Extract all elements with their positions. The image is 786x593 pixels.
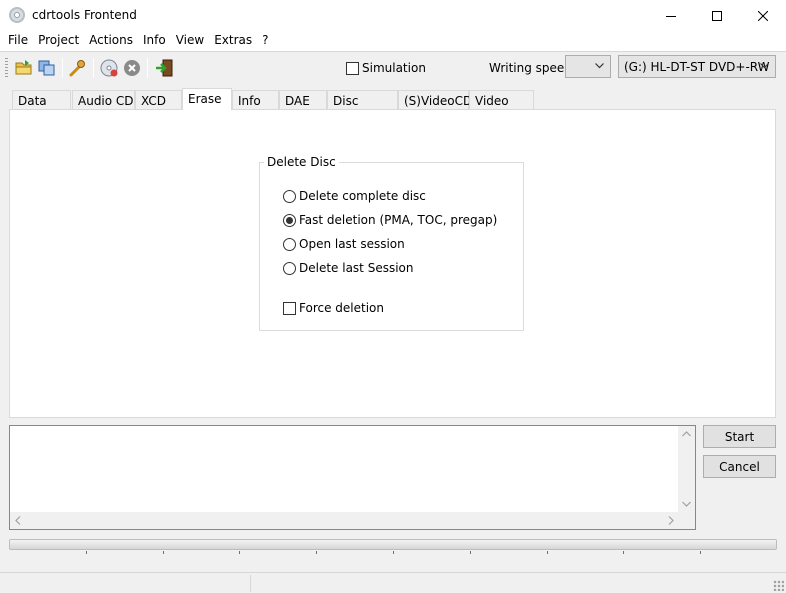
- simulation-checkbox[interactable]: Simulation: [346, 61, 426, 75]
- writing-speed-label: Writing speed: [489, 61, 572, 75]
- menu-help[interactable]: ?: [257, 31, 273, 51]
- tab-video-dvd[interactable]: Video DVD: [469, 90, 534, 122]
- exit-icon[interactable]: [155, 59, 173, 77]
- log-output[interactable]: [9, 425, 696, 530]
- tab-audio-cd[interactable]: Audio CD: [72, 90, 135, 110]
- option-label: Delete last Session: [299, 261, 414, 275]
- force-deletion-label: Force deletion: [299, 301, 384, 315]
- tab-data-disc[interactable]: Data Disc: [12, 90, 71, 122]
- progress-tick: [547, 551, 548, 554]
- chevron-down-icon: [760, 63, 769, 69]
- maximize-button[interactable]: [694, 0, 740, 31]
- tab-strip: Data Disc Audio CD XCD Erase Info DAE Di…: [0, 88, 786, 122]
- progress-fill: [10, 540, 776, 549]
- progress-tick: [239, 551, 240, 554]
- progress-tick: [700, 551, 701, 554]
- radio-button-selected[interactable]: [283, 213, 296, 227]
- progress-tick: [163, 551, 164, 554]
- progress-tick: [393, 551, 394, 554]
- scrollbar-corner: [678, 512, 695, 529]
- menu-extras[interactable]: Extras: [209, 31, 257, 51]
- writing-speed-select[interactable]: [565, 55, 611, 78]
- option-label: Fast deletion (PMA, TOC, pregap): [299, 213, 498, 227]
- close-button[interactable]: [740, 0, 786, 31]
- progress-tick: [316, 551, 317, 554]
- progress-ticks: [9, 551, 777, 556]
- option-label: Open last session: [299, 237, 405, 251]
- tab-info[interactable]: Info: [232, 90, 279, 110]
- drive-select[interactable]: (G:) HL-DT-ST DVD+-RW: [618, 55, 776, 78]
- open-folder-icon[interactable]: [15, 59, 33, 77]
- status-pane-1: [0, 575, 251, 592]
- force-deletion-check-box[interactable]: [283, 301, 296, 315]
- cancel-button[interactable]: Cancel: [703, 455, 776, 478]
- delete-disc-group-title: Delete Disc: [264, 155, 339, 169]
- menu-info[interactable]: Info: [138, 31, 171, 51]
- fast-deletion-radio[interactable]: Fast deletion (PMA, TOC, pregap): [283, 213, 497, 227]
- progress-tick: [623, 551, 624, 554]
- menu-project[interactable]: Project: [33, 31, 84, 51]
- progress-tick: [86, 551, 87, 554]
- horizontal-scrollbar[interactable]: [10, 512, 679, 529]
- radio-button[interactable]: [283, 237, 296, 251]
- scroll-left-icon[interactable]: [15, 516, 21, 525]
- progress-tick: [470, 551, 471, 554]
- minimize-icon: [666, 15, 676, 17]
- progress-bar: [9, 539, 777, 550]
- toolbar-separator: [147, 58, 148, 78]
- simulation-check-box[interactable]: [346, 61, 359, 75]
- drive-value: (G:) HL-DT-ST DVD+-RW: [624, 60, 770, 74]
- radio-button[interactable]: [283, 189, 296, 203]
- status-bar: [0, 572, 786, 593]
- open-last-session-radio[interactable]: Open last session: [283, 237, 405, 251]
- resize-grip[interactable]: [773, 580, 784, 591]
- menu-actions[interactable]: Actions: [84, 31, 138, 51]
- toolbar-separator: [62, 58, 63, 78]
- vertical-scrollbar[interactable]: [678, 426, 695, 512]
- delete-last-session-radio[interactable]: Delete last Session: [283, 261, 414, 275]
- wrench-icon[interactable]: [68, 59, 86, 77]
- minimize-button[interactable]: [648, 0, 694, 31]
- scroll-down-icon[interactable]: [682, 501, 691, 507]
- maximize-icon: [712, 10, 722, 21]
- simulation-label: Simulation: [362, 61, 426, 75]
- window-title: cdrtools Frontend: [32, 8, 137, 22]
- menu-file[interactable]: File: [3, 31, 33, 51]
- start-button[interactable]: Start: [703, 425, 776, 448]
- title-bar: cdrtools Frontend: [0, 0, 786, 31]
- delete-complete-disc-radio[interactable]: Delete complete disc: [283, 189, 426, 203]
- tab-svideocd[interactable]: (S)VideoCD: [398, 90, 472, 110]
- tab-dae[interactable]: DAE: [279, 90, 327, 110]
- cd-app-icon: [9, 7, 25, 23]
- toolbar-separator: [93, 58, 94, 78]
- tab-erase[interactable]: Erase: [182, 88, 232, 110]
- scroll-right-icon[interactable]: [668, 516, 674, 525]
- tab-disc-image[interactable]: Disc Image: [327, 90, 398, 122]
- cd-burn-icon[interactable]: [100, 59, 118, 77]
- chevron-down-icon: [595, 63, 604, 69]
- status-pane-2: [251, 575, 771, 592]
- toolbar-grip[interactable]: [5, 58, 8, 78]
- menu-view[interactable]: View: [171, 31, 209, 51]
- radio-button[interactable]: [283, 261, 296, 275]
- scroll-up-icon[interactable]: [682, 431, 691, 437]
- force-deletion-checkbox[interactable]: Force deletion: [283, 301, 384, 315]
- option-label: Delete complete disc: [299, 189, 426, 203]
- copy-icon[interactable]: [38, 59, 56, 77]
- tab-xcd[interactable]: XCD: [135, 90, 182, 110]
- cancel-icon[interactable]: [123, 59, 141, 77]
- menu-bar: File Project Actions Info View Extras ?: [0, 31, 786, 51]
- close-icon: [758, 10, 768, 21]
